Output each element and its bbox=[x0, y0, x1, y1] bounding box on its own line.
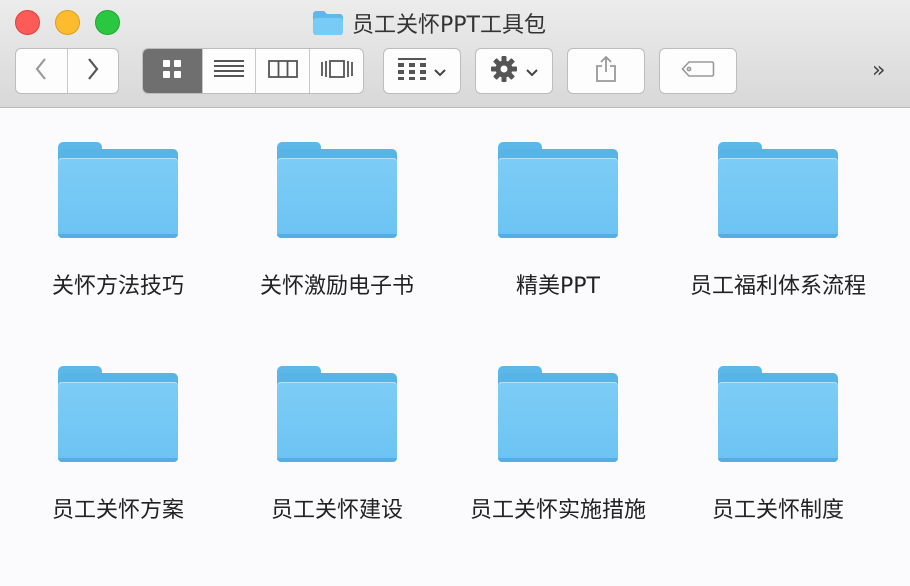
folder-icon bbox=[718, 366, 838, 462]
folder-label: 关怀方法技巧 bbox=[51, 274, 184, 299]
folder-icon bbox=[277, 142, 397, 238]
chevron-right-icon bbox=[86, 57, 100, 85]
folder-item[interactable]: 员工福利体系流程 bbox=[678, 142, 878, 300]
folder-label: 员工福利体系流程 bbox=[689, 274, 866, 299]
folder-icon bbox=[498, 142, 618, 238]
folder-label: 精美PPT bbox=[516, 274, 600, 299]
list-view-button[interactable] bbox=[201, 49, 256, 93]
finder-window: 员工关怀PPT工具包 » 关怀方法技巧 关怀激励电子书 精美PPT 员工福利体系… bbox=[0, 0, 910, 586]
forward-button[interactable] bbox=[66, 49, 119, 93]
folder-label: 关怀激励电子书 bbox=[259, 274, 414, 299]
folder-icon bbox=[718, 142, 838, 238]
navigation-group bbox=[15, 48, 119, 94]
window-title-text: 员工关怀PPT工具包 bbox=[352, 13, 546, 38]
folder-icon bbox=[498, 366, 618, 462]
folder-icon bbox=[312, 10, 344, 36]
chevron-left-icon bbox=[34, 57, 48, 85]
close-button[interactable] bbox=[15, 10, 40, 35]
chevron-down-icon bbox=[526, 62, 538, 81]
arrange-grid-icon bbox=[398, 58, 426, 84]
grid-icon bbox=[162, 59, 182, 83]
cover-flow-view-button[interactable] bbox=[309, 49, 363, 93]
folder-label: 员工关怀实施措施 bbox=[469, 498, 646, 523]
folder-item[interactable]: 精美PPT bbox=[458, 142, 658, 300]
cover-flow-icon bbox=[320, 59, 354, 83]
folder-icon bbox=[58, 142, 178, 238]
minimize-button[interactable] bbox=[55, 10, 80, 35]
share-icon bbox=[595, 55, 617, 87]
folder-item[interactable]: 关怀激励电子书 bbox=[237, 142, 437, 300]
column-view-button[interactable] bbox=[255, 49, 309, 93]
folder-item[interactable]: 员工关怀方案 bbox=[18, 366, 218, 524]
file-grid: 关怀方法技巧 关怀激励电子书 精美PPT 员工福利体系流程员工关怀方案 员工关怀建设 员工… bbox=[0, 108, 910, 586]
folder-icon bbox=[277, 366, 397, 462]
folder-icon bbox=[58, 366, 178, 462]
columns-icon bbox=[267, 60, 298, 82]
icon-view-button[interactable] bbox=[143, 49, 202, 93]
folder-label: 员工关怀方案 bbox=[51, 498, 184, 523]
action-button[interactable] bbox=[475, 48, 553, 94]
tag-button[interactable] bbox=[659, 48, 737, 94]
titlebar: 员工关怀PPT工具包 » bbox=[0, 0, 910, 108]
folder-item[interactable]: 关怀方法技巧 bbox=[18, 142, 218, 300]
tag-icon bbox=[681, 60, 715, 82]
chevron-down-icon bbox=[434, 62, 446, 81]
folder-item[interactable]: 员工关怀建设 bbox=[237, 366, 437, 524]
arrange-button[interactable] bbox=[383, 48, 461, 94]
zoom-button[interactable] bbox=[95, 10, 120, 35]
window-title: 员工关怀PPT工具包 bbox=[312, 6, 546, 40]
folder-label: 员工关怀建设 bbox=[270, 498, 403, 523]
folder-item[interactable]: 员工关怀制度 bbox=[678, 366, 878, 524]
folder-label: 员工关怀制度 bbox=[711, 498, 844, 523]
list-icon bbox=[214, 60, 245, 82]
share-button[interactable] bbox=[567, 48, 645, 94]
gear-icon bbox=[490, 55, 518, 87]
folder-item[interactable]: 员工关怀实施措施 bbox=[458, 366, 658, 524]
toolbar-overflow-button[interactable]: » bbox=[872, 58, 886, 83]
back-button[interactable] bbox=[16, 49, 67, 93]
view-switcher bbox=[142, 48, 364, 94]
